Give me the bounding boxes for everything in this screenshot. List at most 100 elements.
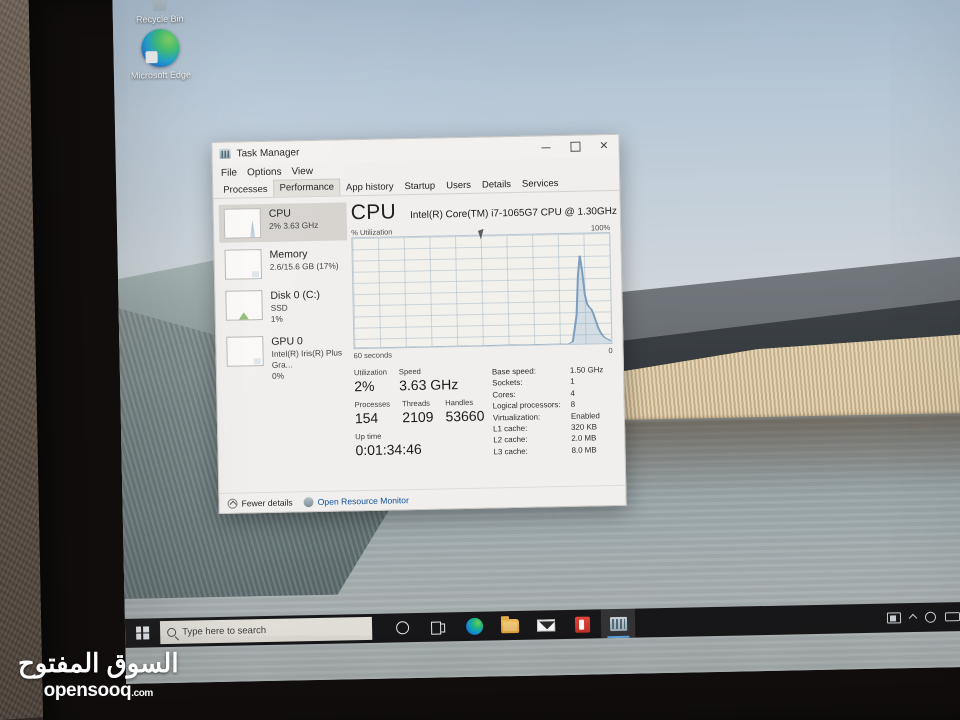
sidebar-item-sub2: 1%: [270, 313, 283, 324]
mail-icon: [536, 618, 556, 632]
task-manager-window[interactable]: Task Manager ✕ File Options View Process…: [211, 133, 627, 514]
stat-value: 2%: [354, 377, 375, 395]
battery-icon[interactable]: [944, 612, 960, 622]
fewer-details-button[interactable]: Fewer details: [227, 496, 293, 509]
maximize-button[interactable]: [560, 135, 589, 158]
edge-icon: [141, 28, 180, 68]
graph-x-label: 60 seconds: [353, 350, 393, 361]
taskbar-button-edge[interactable]: [457, 612, 492, 642]
cpu-model-label: Intel(R) Core(TM) i7-1065G7 CPU @ 1.30GH…: [409, 205, 618, 222]
detail-key: L3 cache:: [493, 446, 528, 457]
watermark-arabic: السوق المفتوح: [18, 648, 179, 678]
taskbar-app-buttons: [385, 608, 636, 643]
taskbar-button-task-view[interactable]: [421, 612, 456, 642]
tab-details[interactable]: Details: [477, 177, 516, 193]
tab-app-history[interactable]: App history: [341, 179, 399, 195]
disk-mini-graph: [225, 290, 263, 321]
resource-monitor-icon: [303, 496, 314, 507]
detail-value: Enabled: [570, 410, 600, 421]
stat-speed: Speed 3.63 GHz: [399, 366, 459, 394]
menu-item-file[interactable]: File: [221, 168, 237, 179]
menu-item-view[interactable]: View: [291, 166, 313, 177]
desktop-icon-label: Microsoft Edge: [130, 69, 192, 81]
network-icon[interactable]: [924, 611, 937, 623]
desktop-icon-microsoft-edge[interactable]: Microsoft Edge: [123, 28, 198, 81]
sidebar-item-sub: 2.6/15.6 GB (17%): [269, 260, 339, 272]
stat-value: 154: [354, 409, 379, 427]
fewer-details-label: Fewer details: [241, 496, 293, 509]
sidebar-item-sub2: 0%: [271, 370, 285, 381]
chevron-up-circle-icon: [227, 498, 238, 509]
taskbar-search-box[interactable]: Type here to search: [159, 616, 373, 645]
cpu-header: CPU Intel(R) Core(TM) i7-1065G7 CPU @ 1.…: [350, 196, 617, 225]
detail-value: 1: [570, 377, 575, 387]
edge-icon: [465, 617, 483, 636]
laptop-screen: Recycle Bin Microsoft Edge Task Manager …: [112, 0, 960, 684]
task-manager-icon: [609, 616, 627, 631]
stat-handles: Handles 53660: [445, 398, 484, 426]
watermark-brand: opensooq.com: [18, 680, 179, 702]
stat-label: Threads: [401, 398, 431, 409]
stat-value: 3.63 GHz: [398, 376, 459, 394]
detail-value: 1.50 GHz: [569, 365, 604, 375]
start-button[interactable]: [125, 618, 160, 648]
stat-value: 2109: [402, 408, 434, 426]
detail-value: 4: [570, 388, 575, 398]
detail-value: 2.0 MB: [571, 433, 597, 444]
windows-start-icon: [135, 626, 149, 640]
taskbar-button-file-explorer[interactable]: [493, 611, 528, 641]
recycle-bin-icon: [146, 0, 173, 11]
cpu-mini-graph: [223, 208, 262, 239]
window-title: Task Manager: [236, 146, 300, 160]
page-title: CPU: [350, 200, 397, 225]
taskbar-button-task-manager[interactable]: [600, 608, 636, 639]
stat-processes: Processes 154: [355, 400, 391, 428]
performance-sidebar: CPU 2% 3.63 GHz Memory 2.6/15.6 GB (17%): [213, 196, 352, 493]
chevron-up-icon[interactable]: [908, 613, 918, 622]
sidebar-item-gpu[interactable]: GPU 0 Intel(R) Iris(R) Plus Gra... 0%: [221, 330, 350, 387]
close-button[interactable]: ✕: [589, 135, 618, 158]
open-resource-monitor-link[interactable]: Open Resource Monitor: [303, 494, 409, 507]
cortana-circle-icon: [395, 621, 409, 635]
menu-item-options[interactable]: Options: [247, 167, 282, 179]
cpu-stats: Utilization 2% Speed 3.63 GHz Processes …: [354, 363, 615, 460]
stat-label: Processes: [354, 399, 391, 410]
watermark-brand-text: opensooq: [43, 680, 132, 701]
sidebar-item-cpu[interactable]: CPU 2% 3.63 GHz: [218, 202, 348, 243]
cpu-stats-left: Utilization 2% Speed 3.63 GHz Processes …: [354, 366, 488, 461]
taskbar-button-mail[interactable]: [529, 610, 564, 640]
watermark-tld: .com: [131, 688, 153, 699]
memory-mini-graph: [224, 249, 263, 280]
stat-label: Utilization: [353, 367, 387, 378]
window-controls: ✕: [531, 135, 618, 159]
tab-startup[interactable]: Startup: [399, 178, 440, 194]
graph-y-max: 100%: [590, 223, 611, 233]
gpu-mini-graph: [226, 336, 264, 367]
monitor-icon[interactable]: [886, 612, 902, 624]
sidebar-item-label: Disk 0 (C:): [270, 288, 321, 302]
office-icon: [574, 616, 590, 633]
detail-value: 8.0 MB: [571, 445, 597, 455]
desktop-icon-recycle-bin[interactable]: Recycle Bin: [122, 0, 197, 26]
graph-x-end: 0: [608, 346, 613, 356]
sidebar-item-sub: 2% 3.63 GHz: [268, 219, 319, 231]
tab-performance[interactable]: Performance: [273, 178, 341, 197]
opensooq-watermark: السوق المفتوح opensooq.com: [18, 648, 179, 702]
sidebar-item-disk[interactable]: Disk 0 (C:) SSD 1%: [220, 284, 349, 330]
tab-services[interactable]: Services: [517, 176, 564, 192]
detail-row: L3 cache: 8.0 MB: [493, 444, 614, 458]
minimize-button[interactable]: [531, 136, 560, 159]
taskbar-button-cortana[interactable]: [385, 613, 420, 643]
search-icon: [167, 627, 177, 638]
resource-monitor-label: Open Resource Monitor: [317, 494, 409, 507]
cpu-utilization-graph: [351, 232, 613, 350]
task-manager-body: CPU 2% 3.63 GHz Memory 2.6/15.6 GB (17%): [213, 191, 625, 493]
tab-users[interactable]: Users: [441, 178, 476, 194]
stat-value: 53660: [445, 407, 485, 425]
taskbar-button-office[interactable]: [565, 609, 600, 639]
cpu-details-list: Base speed: 1.50 GHz Sockets: 1 Cores: 4 Lo…: [492, 363, 615, 458]
sidebar-item-memory[interactable]: Memory 2.6/15.6 GB (17%): [219, 243, 348, 284]
laptop-photo: Recycle Bin Microsoft Edge Task Manager …: [0, 0, 960, 720]
system-tray: [886, 610, 960, 624]
tab-processes[interactable]: Processes: [218, 182, 273, 198]
